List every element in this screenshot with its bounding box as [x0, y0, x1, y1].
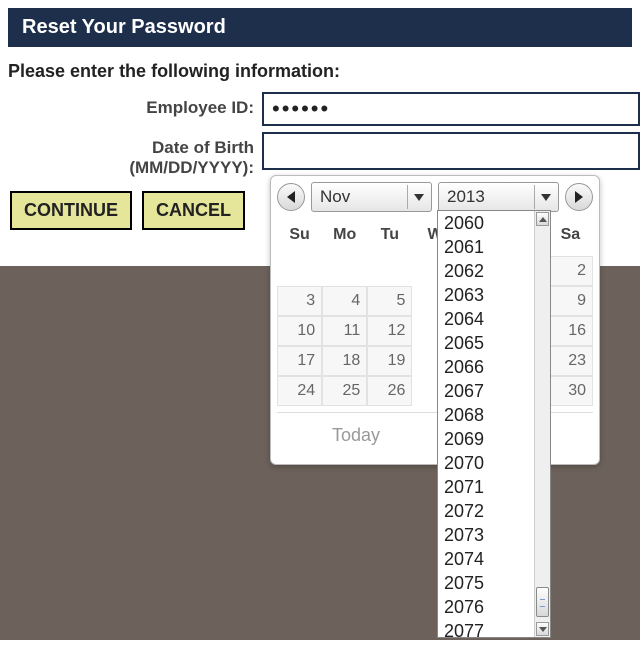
year-option[interactable]: 2064: [438, 307, 534, 331]
employee-id-input[interactable]: [262, 92, 640, 126]
datepicker-day-cell[interactable]: 9: [548, 286, 593, 316]
prev-month-button[interactable]: [277, 183, 305, 211]
year-option[interactable]: 2071: [438, 475, 534, 499]
year-option[interactable]: 2063: [438, 283, 534, 307]
label-dob: Date of Birth (MM/DD/YYYY):: [0, 132, 262, 177]
datepicker-header: Nov 2013: [277, 182, 593, 212]
page-title: Reset Your Password: [8, 8, 632, 47]
dob-input[interactable]: [262, 132, 640, 170]
instruction-text: Please enter the following information:: [0, 47, 640, 92]
datepicker-day-cell[interactable]: 19: [367, 346, 412, 376]
datepicker-day-cell: [277, 256, 322, 286]
label-employee-id: Employee ID:: [0, 92, 262, 118]
datepicker-day-cell: [322, 256, 367, 286]
caret-down-icon: [414, 194, 424, 201]
label-dob-line1: Date of Birth: [152, 138, 254, 157]
caret-down-icon: [541, 194, 551, 201]
today-button[interactable]: Today: [277, 413, 435, 458]
cancel-button[interactable]: CANCEL: [142, 191, 245, 230]
datepicker-day-cell[interactable]: 12: [367, 316, 412, 346]
year-dropdown-list: 2060206120622063206420652066206720682069…: [437, 210, 551, 638]
chevron-left-icon: [287, 191, 295, 203]
day-abbrev: Mo: [322, 220, 367, 256]
year-option[interactable]: 2074: [438, 547, 534, 571]
chevron-right-icon: [575, 191, 583, 203]
year-option[interactable]: 2073: [438, 523, 534, 547]
year-option[interactable]: 2067: [438, 379, 534, 403]
row-employee-id: Employee ID:: [0, 92, 640, 126]
continue-button[interactable]: CONTINUE: [10, 191, 132, 230]
datepicker-day-cell[interactable]: 3: [277, 286, 322, 316]
datepicker-day-cell[interactable]: 30: [548, 376, 593, 406]
datepicker-day-cell: [367, 256, 412, 286]
datepicker-day-cell[interactable]: 11: [322, 316, 367, 346]
datepicker-day-cell[interactable]: 2: [548, 256, 593, 286]
datepicker-day-cell[interactable]: 4: [322, 286, 367, 316]
next-month-button[interactable]: [565, 183, 593, 211]
year-select[interactable]: 2013: [438, 182, 559, 212]
year-option[interactable]: 2068: [438, 403, 534, 427]
month-select[interactable]: Nov: [311, 182, 432, 212]
scroll-thumb[interactable]: [536, 587, 549, 617]
month-select-value: Nov: [320, 187, 350, 207]
datepicker-day-cell[interactable]: 26: [367, 376, 412, 406]
day-abbrev: Sa: [548, 220, 593, 256]
year-option[interactable]: 2070: [438, 451, 534, 475]
year-option[interactable]: 2077: [438, 619, 534, 637]
year-option[interactable]: 2066: [438, 355, 534, 379]
year-option[interactable]: 2075: [438, 571, 534, 595]
datepicker-day-cell[interactable]: 18: [322, 346, 367, 376]
year-option[interactable]: 2062: [438, 259, 534, 283]
triangle-down-icon: [539, 627, 547, 632]
datepicker-day-cell[interactable]: 17: [277, 346, 322, 376]
triangle-up-icon: [539, 217, 547, 222]
year-scrollbar[interactable]: [534, 211, 550, 637]
datepicker-day-cell[interactable]: 10: [277, 316, 322, 346]
year-select-value: 2013: [447, 187, 485, 207]
scroll-up-button[interactable]: [536, 212, 549, 226]
label-dob-line2: (MM/DD/YYYY):: [129, 158, 254, 177]
year-option[interactable]: 2060: [438, 211, 534, 235]
datepicker-day-cell[interactable]: 5: [367, 286, 412, 316]
year-option[interactable]: 2061: [438, 235, 534, 259]
year-option-list: 2060206120622063206420652066206720682069…: [438, 211, 534, 637]
datepicker-day-cell[interactable]: 23: [548, 346, 593, 376]
datepicker-day-cell[interactable]: 16: [548, 316, 593, 346]
year-option[interactable]: 2065: [438, 331, 534, 355]
datepicker-day-cell[interactable]: 25: [322, 376, 367, 406]
year-option[interactable]: 2069: [438, 427, 534, 451]
scroll-down-button[interactable]: [536, 622, 549, 636]
day-abbrev: Tu: [367, 220, 412, 256]
datepicker-day-cell[interactable]: 24: [277, 376, 322, 406]
year-option[interactable]: 2072: [438, 499, 534, 523]
year-option[interactable]: 2076: [438, 595, 534, 619]
row-dob: Date of Birth (MM/DD/YYYY):: [0, 132, 640, 177]
day-abbrev: Su: [277, 220, 322, 256]
